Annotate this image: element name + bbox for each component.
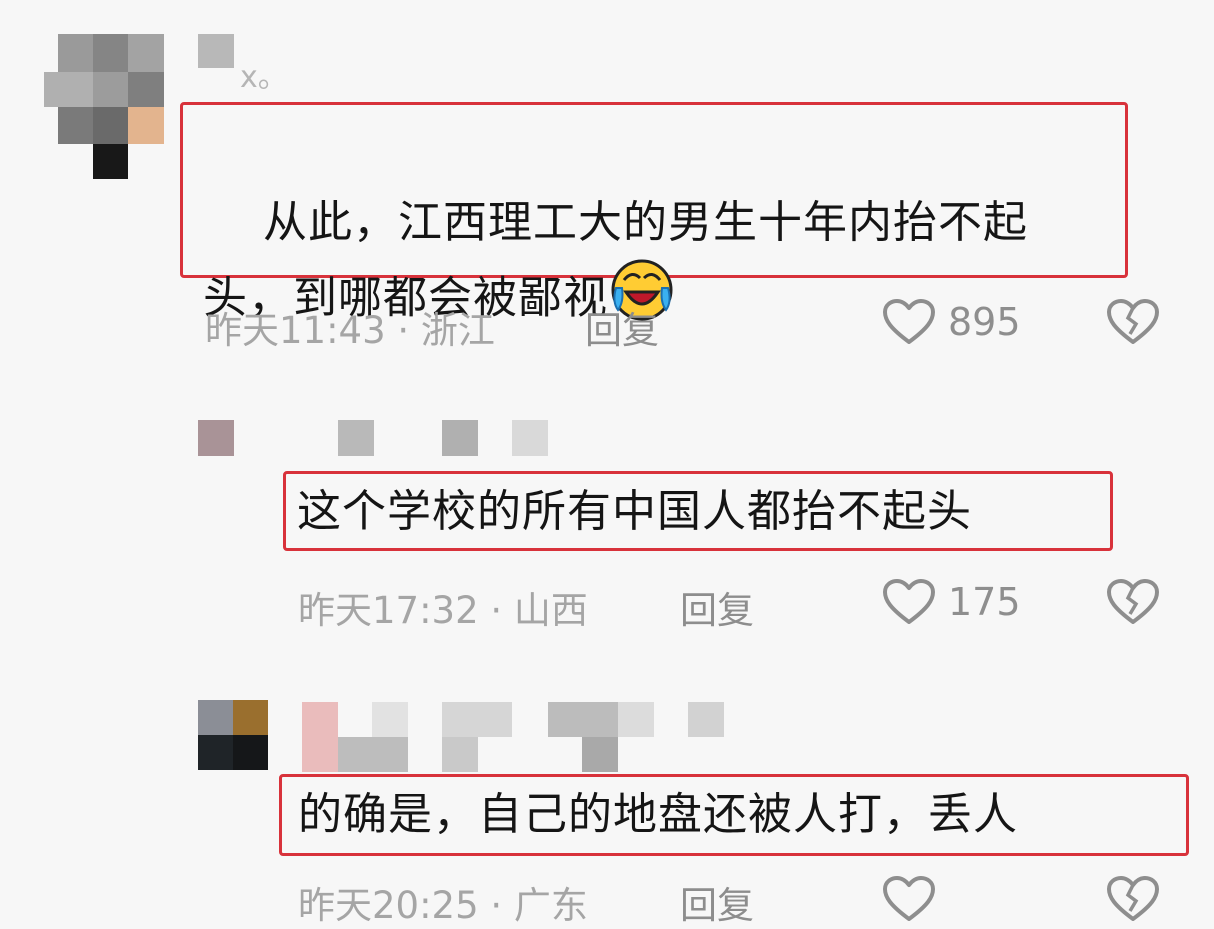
heart-outline-icon [882,875,936,923]
like-count: 175 [948,580,1021,624]
broken-heart-icon [1106,299,1160,350]
comment-text: 的确是，自己的地盘还被人打，丢人 [298,789,1018,840]
broken-heart-icon [1106,579,1160,630]
heart-outline-icon [882,578,936,626]
like-button[interactable] [882,875,936,923]
dislike-button[interactable] [1106,875,1160,927]
avatar-blurred[interactable] [198,420,234,456]
username-blurred [618,702,654,737]
like-count: 895 [948,300,1021,344]
avatar-blurred[interactable] [198,700,268,770]
comment-text: 从此，江西理工大的男生十年内抬不起头，到哪都会被鄙视 [203,118,1103,413]
like-button[interactable]: 895 [882,298,1021,346]
reply-button[interactable]: 回复 [680,875,754,929]
username-blurred [442,420,478,456]
comment-1: x。 从此，江西理工大的男生十年内抬不起头，到哪都会被鄙视 昨天11:43 · … [0,0,1214,380]
username-blurred [338,737,408,772]
username-blurred [688,702,724,737]
dislike-button[interactable] [1106,298,1160,350]
username-blurred [442,702,512,737]
heart-outline-icon [882,298,936,346]
reply-button[interactable]: 回复 [585,300,659,354]
username-blurred [548,702,618,737]
comment-text: 这个学校的所有中国人都抬不起头 [297,486,972,537]
reply-button[interactable]: 回复 [680,580,754,634]
username-blurred [372,702,408,737]
comment-2: 这个学校的所有中国人都抬不起头 昨天17:32 · 山西 回复 175 [0,380,1214,670]
comment-3: 的确是，自己的地盘还被人打，丢人 昨天20:25 · 广东 回复 [0,670,1214,927]
username-blurred[interactable] [198,34,234,68]
avatar-blurred[interactable] [44,34,164,179]
username-blurred [442,737,478,772]
username-blurred[interactable] [338,420,374,456]
username-blurred [582,737,618,772]
username-blurred[interactable] [302,702,338,772]
broken-heart-icon [1106,876,1160,927]
dislike-button[interactable] [1106,578,1160,630]
comment-time-location: 昨天17:32 · 山西 [298,589,588,632]
comment-time-location: 昨天20:25 · 广东 [298,884,588,927]
comment-time-location: 昨天11:43 · 浙江 [205,309,495,352]
like-button[interactable]: 175 [882,578,1021,626]
username-tail: x。 [240,60,288,95]
username-blurred [512,420,548,456]
